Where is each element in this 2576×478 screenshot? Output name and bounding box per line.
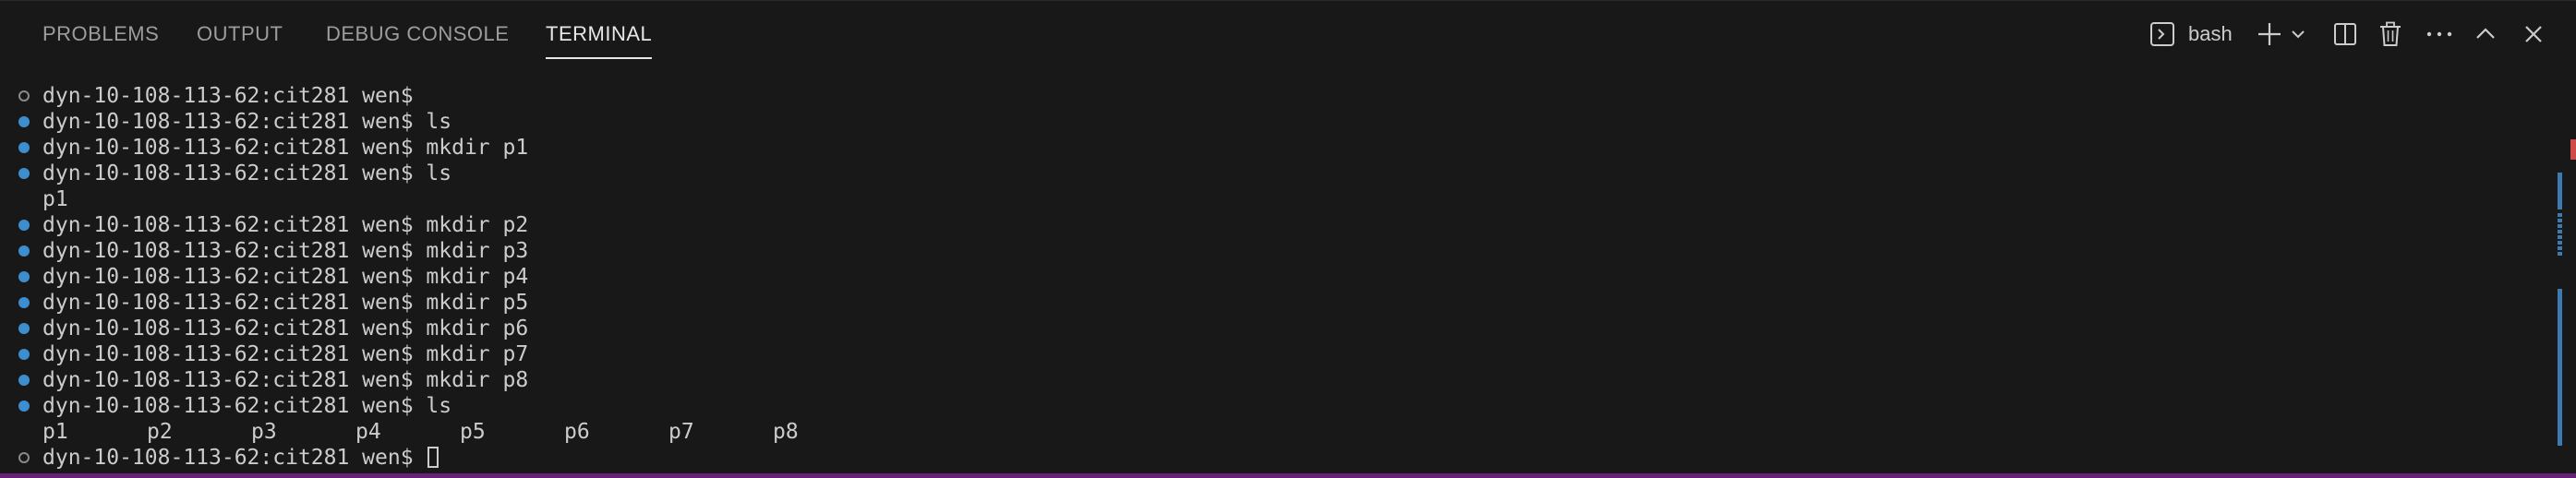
tab-terminal[interactable]: TERMINAL	[546, 1, 653, 59]
command-success-icon[interactable]	[18, 116, 30, 127]
kill-terminal-button[interactable]	[2372, 16, 2409, 53]
ruler-command-mark	[2558, 213, 2562, 217]
terminal-command-line: dyn-10-108-113-62:cit281 wen$ mkdir p1	[18, 135, 529, 161]
terminal-command-line: dyn-10-108-113-62:cit281 wen$ mkdir p5	[18, 290, 529, 316]
ruler-command-mark	[2558, 230, 2562, 233]
ruler-command-mark	[2558, 241, 2562, 245]
terminal-cursor	[427, 447, 439, 468]
prompt-text: dyn-10-108-113-62:cit281 wen$	[42, 446, 414, 470]
terminal-selector[interactable]: bash	[2149, 16, 2242, 53]
terminal-name: bash	[2188, 22, 2233, 45]
terminal-command-line: dyn-10-108-113-62:cit281 wen$ ls	[18, 161, 452, 186]
terminal-line-text: dyn-10-108-113-62:cit281 wen$ mkdir p5	[42, 291, 529, 315]
command-success-icon[interactable]	[18, 323, 30, 334]
terminal-line-text: dyn-10-108-113-62:cit281 wen$ mkdir p2	[42, 213, 529, 237]
command-success-icon[interactable]	[18, 271, 30, 282]
terminal-command-line: dyn-10-108-113-62:cit281 wen$ mkdir p4	[18, 264, 529, 290]
tab-debug-console[interactable]: DEBUG CONSOLE	[326, 1, 509, 58]
ls-entry: p3	[251, 420, 277, 444]
command-success-icon[interactable]	[18, 400, 30, 412]
terminal-scrollbar[interactable]	[2554, 64, 2576, 474]
terminal-line-text: dyn-10-108-113-62:cit281 wen$ mkdir p8	[42, 368, 529, 392]
terminal-command-line: dyn-10-108-113-62:cit281 wen$ mkdir p8	[18, 367, 529, 393]
terminal-line-text: dyn-10-108-113-62:cit281 wen$ mkdir p1	[42, 136, 529, 160]
terminal-command-line: dyn-10-108-113-62:cit281 wen$	[18, 83, 414, 109]
terminal-prompt-line[interactable]: dyn-10-108-113-62:cit281 wen$	[18, 445, 439, 471]
ls-entry: p1	[42, 420, 68, 444]
terminal-ls-output: p1 p2 p3 p4 p5 p6 p7 p8	[42, 419, 877, 445]
ruler-command-mark	[2558, 235, 2562, 239]
terminal-output[interactable]: dyn-10-108-113-62:cit281 wen$ dyn-10-108-…	[0, 80, 2548, 471]
command-decoration-icon[interactable]	[18, 452, 30, 463]
ruler-error-mark	[2570, 139, 2576, 160]
command-success-icon[interactable]	[18, 375, 30, 386]
chevron-down-icon	[2290, 26, 2306, 42]
terminal-line-text: dyn-10-108-113-62:cit281 wen$	[42, 84, 414, 108]
launch-profile-button[interactable]	[2286, 16, 2310, 53]
ls-entry: p6	[564, 420, 590, 444]
terminal-line-text: dyn-10-108-113-62:cit281 wen$ ls	[42, 161, 452, 185]
new-terminal-button[interactable]	[2253, 16, 2286, 53]
terminal-command-line: dyn-10-108-113-62:cit281 wen$ mkdir p7	[18, 341, 529, 367]
terminal-line-text: dyn-10-108-113-62:cit281 wen$ mkdir p6	[42, 317, 529, 341]
tab-output[interactable]: OUTPUT	[197, 1, 283, 58]
terminal-command-line: dyn-10-108-113-62:cit281 wen$ ls	[18, 109, 452, 135]
close-panel-button[interactable]	[2515, 16, 2552, 53]
command-success-icon[interactable]	[18, 349, 30, 360]
panel-tab-bar: PROBLEMS OUTPUT DEBUG CONSOLE TERMINAL b…	[0, 1, 2576, 64]
ls-entry: p4	[355, 420, 381, 444]
ls-entry: p8	[773, 420, 799, 444]
command-success-icon[interactable]	[18, 297, 30, 308]
more-actions-button[interactable]	[2419, 16, 2460, 53]
command-success-icon[interactable]	[18, 220, 30, 231]
command-decoration-icon[interactable]	[18, 90, 30, 102]
terminal-panel: PROBLEMS OUTPUT DEBUG CONSOLE TERMINAL b…	[0, 0, 2576, 478]
ruler-command-mark	[2558, 219, 2562, 222]
terminal-command-line: dyn-10-108-113-62:cit281 wen$ mkdir p2	[18, 212, 529, 238]
terminal-command-line: dyn-10-108-113-62:cit281 wen$ mkdir p3	[18, 238, 529, 264]
terminal-icon	[2149, 21, 2175, 47]
ls-entry: p2	[147, 420, 173, 444]
terminal-line-text: dyn-10-108-113-62:cit281 wen$ mkdir p7	[42, 342, 529, 366]
ruler-command-mark	[2558, 252, 2562, 256]
panel-bottom-border	[0, 473, 2576, 478]
ruler-command-mark	[2558, 289, 2562, 446]
trash-icon	[2378, 21, 2402, 47]
terminal-output-line: p1	[42, 186, 68, 212]
terminal-line-text: dyn-10-108-113-62:cit281 wen$ mkdir p4	[42, 265, 529, 289]
ruler-command-mark	[2558, 224, 2562, 228]
ls-entry: p7	[668, 420, 694, 444]
tab-problems[interactable]: PROBLEMS	[42, 1, 159, 58]
split-terminal-button[interactable]	[2327, 16, 2364, 53]
terminal-command-line: dyn-10-108-113-62:cit281 wen$ mkdir p6	[18, 316, 529, 341]
ls-entry: p5	[460, 420, 486, 444]
terminal-line-text: p1	[42, 187, 68, 211]
split-icon	[2333, 22, 2357, 46]
terminal-command-line: dyn-10-108-113-62:cit281 wen$ ls	[18, 393, 452, 419]
terminal-line-text: dyn-10-108-113-62:cit281 wen$ ls	[42, 110, 452, 134]
command-success-icon[interactable]	[18, 168, 30, 179]
plus-icon	[2257, 21, 2282, 47]
ellipsis-icon	[2426, 30, 2453, 39]
command-success-icon[interactable]	[18, 245, 30, 257]
chevron-up-icon	[2474, 23, 2497, 45]
terminal-line-text: dyn-10-108-113-62:cit281 wen$ ls	[42, 394, 452, 418]
command-success-icon[interactable]	[18, 142, 30, 153]
ruler-command-mark	[2558, 173, 2562, 209]
terminal-line-text: dyn-10-108-113-62:cit281 wen$ mkdir p3	[42, 239, 529, 263]
ruler-command-mark	[2558, 246, 2562, 250]
close-icon	[2523, 24, 2544, 44]
maximize-panel-button[interactable]	[2467, 16, 2504, 53]
